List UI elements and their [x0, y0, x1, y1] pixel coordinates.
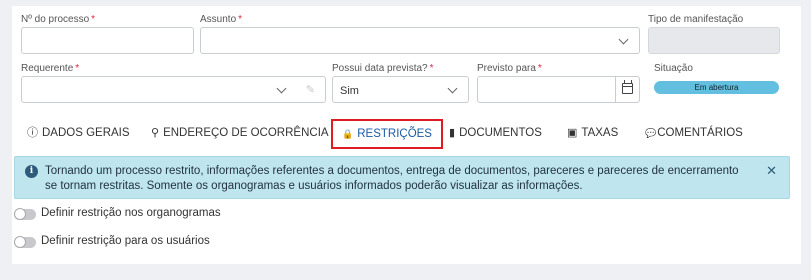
- process-form-card: Nº do processo * Assunto * Tipo de manifes…: [12, 6, 801, 264]
- tab-comentarios[interactable]: 💬COMENTÁRIOS: [645, 118, 743, 148]
- requerente-select[interactable]: ✎: [21, 76, 326, 103]
- close-icon[interactable]: ✕: [766, 163, 777, 179]
- previsto-para-label: Previsto para *: [477, 63, 542, 74]
- tipo-manifestacao-field: [648, 27, 780, 54]
- pencil-icon[interactable]: ✎: [306, 83, 315, 96]
- assunto-label: Assunto *: [200, 14, 243, 25]
- tab-taxas[interactable]: ▣ TAXAS: [567, 118, 618, 148]
- processo-label: Nº do processo *: [21, 14, 96, 25]
- restricao-usuarios-toggle[interactable]: [14, 236, 36, 248]
- possui-data-value: Sim: [340, 85, 359, 97]
- comment-icon: 💬: [645, 128, 657, 138]
- assunto-select[interactable]: [200, 27, 640, 54]
- possui-data-select[interactable]: Sim: [332, 76, 469, 103]
- restricao-usuarios-label: Definir restrição para os usuários: [41, 235, 210, 247]
- tab-restricoes[interactable]: 🔒 RESTRIÇÕES: [331, 119, 443, 149]
- map-marker-icon: ⚲: [151, 127, 160, 139]
- info-alert-text: Tornando um processo restrito, informaçõ…: [45, 165, 739, 192]
- situacao-label: Situação: [654, 63, 693, 74]
- processo-input[interactable]: [21, 27, 194, 54]
- tab-dados-gerais[interactable]: ⓘ DADOS GERAIS: [27, 118, 130, 148]
- info-circle-icon: ⓘ: [27, 127, 38, 139]
- money-icon: ▣: [567, 127, 578, 139]
- requerente-label: Requerente *: [21, 63, 80, 74]
- info-icon: i: [25, 165, 38, 178]
- info-alert: i Tornando um processo restrito, informa…: [14, 156, 790, 199]
- chevron-down-icon: [276, 83, 287, 94]
- restricao-organogramas-label: Definir restrição nos organogramas: [41, 207, 221, 219]
- restricao-organogramas-toggle[interactable]: [14, 208, 36, 220]
- lock-icon: 🔒: [342, 129, 354, 139]
- tab-endereco-ocorrencia[interactable]: ⚲ ENDEREÇO DE OCORRÊNCIA: [151, 118, 329, 148]
- calendar-icon: [622, 80, 633, 94]
- status-badge: Em abertura: [654, 81, 779, 94]
- calendar-button[interactable]: [615, 77, 639, 102]
- file-icon: ▮: [449, 127, 456, 139]
- chevron-down-icon: [618, 34, 629, 45]
- tab-bar: ⓘ DADOS GERAIS ⚲ ENDEREÇO DE OCORRÊNCIA 🔒 R…: [12, 118, 801, 150]
- chevron-down-icon: [447, 83, 458, 94]
- possui-data-label: Possui data prevista? *: [332, 63, 434, 74]
- tab-documentos[interactable]: ▮ DOCUMENTOS: [449, 118, 542, 148]
- tipo-manifestacao-label: Tipo de manifestação: [648, 14, 744, 25]
- previsto-para-input[interactable]: [477, 76, 640, 103]
